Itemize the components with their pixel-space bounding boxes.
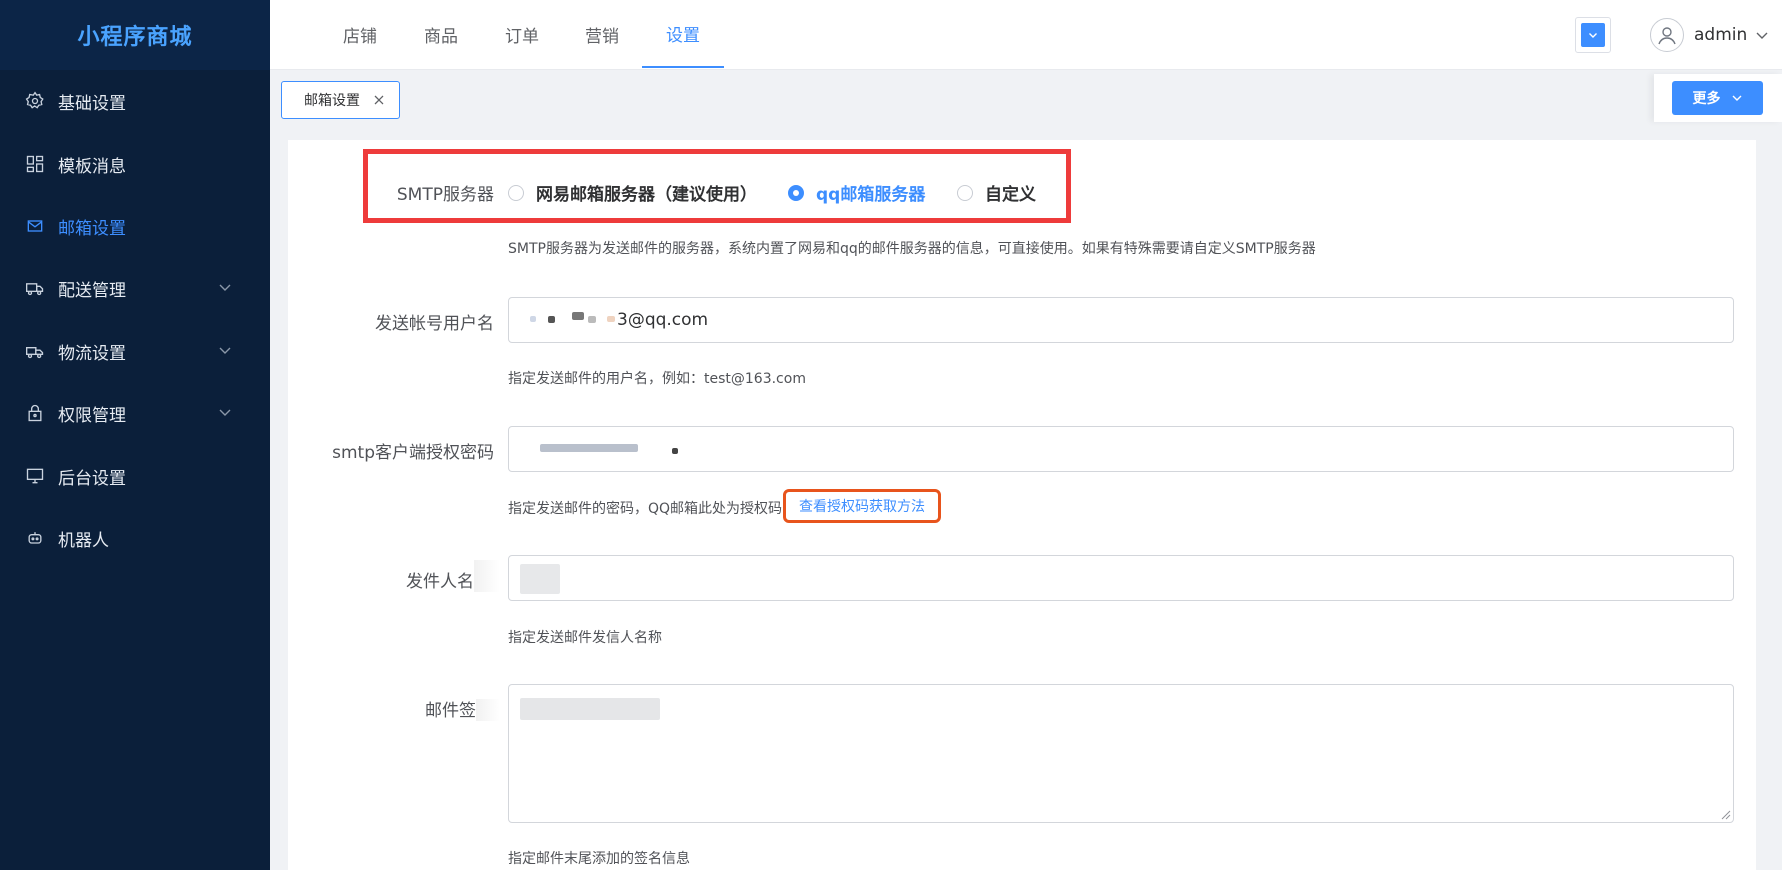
radio-netease-server[interactable]: 网易邮箱服务器（建议使用） (508, 180, 757, 205)
radio-dot (508, 184, 524, 201)
more-button-label: 更多 (1692, 91, 1721, 107)
redacted-signature (520, 698, 660, 720)
tab-products[interactable]: 商品 (413, 0, 469, 68)
resize-handle-icon[interactable] (1721, 810, 1731, 820)
chevron-down-icon (1732, 95, 1741, 101)
sidebar-item-permission-management[interactable]: 权限管理 (0, 388, 270, 438)
username-value: 3@qq.com (617, 310, 709, 330)
sidebar-item-label: 模板消息 (58, 156, 126, 177)
sidebar-item-label: 配送管理 (58, 280, 126, 301)
chevron-down-icon (219, 284, 231, 291)
top-header: 店铺 商品 订单 营销 设置 admin (270, 0, 1782, 70)
sidebar-item-label: 物流设置 (58, 343, 126, 364)
close-icon[interactable] (373, 94, 385, 106)
sidebar-item-label: 权限管理 (58, 405, 126, 426)
mail-icon (24, 215, 46, 237)
chevron-down-icon (1756, 32, 1768, 39)
radio-custom-server[interactable]: 自定义 (957, 180, 1036, 205)
redacted-pixel (548, 316, 555, 323)
lock-icon (24, 402, 46, 424)
smtp-server-label: SMTP服务器 (396, 185, 494, 205)
sidebar-item-robot[interactable]: 机器人 (0, 513, 270, 563)
redacted-pixel (607, 316, 615, 322)
username-input[interactable]: 3@qq.com (508, 297, 1734, 343)
sidebar-item-label: 机器人 (58, 530, 109, 551)
sidebar-item-template-messages[interactable]: 模板消息 (0, 139, 270, 189)
radio-dot (957, 184, 973, 201)
password-label: smtp客户端授权密码 (332, 443, 494, 463)
smtp-server-hint: SMTP服务器为发送邮件的服务器，系统内置了网易和qq的邮件服务器的信息，可直接… (508, 241, 1316, 257)
tab-strip: 邮箱设置 更多 (270, 70, 1782, 122)
password-hint: 指定发送邮件的密码，QQ邮箱此处为授权码 (508, 501, 783, 517)
tab-orders[interactable]: 订单 (494, 0, 550, 68)
sidebar-item-admin-settings[interactable]: 后台设置 (0, 451, 270, 501)
user-name: admin (1694, 25, 1748, 45)
open-tab-email-settings[interactable]: 邮箱设置 (281, 81, 400, 119)
username-label: 发送帐号用户名 (375, 314, 494, 334)
sidebar: 小程序商城 基础设置 模板消息 邮箱设置 配送管理 物流设置 权限管理 后台设置… (0, 0, 270, 870)
sender-name-label: 发件人名 (406, 572, 474, 592)
redacted-pixel (672, 448, 678, 454)
chevron-down-icon (219, 409, 231, 416)
sidebar-item-label: 邮箱设置 (58, 218, 126, 239)
sidebar-item-label: 后台设置 (58, 468, 126, 489)
redacted-pixel (530, 316, 536, 322)
gear-icon (24, 90, 46, 112)
open-tab-label: 邮箱设置 (304, 93, 360, 109)
header-dropdown-button[interactable] (1575, 17, 1611, 53)
user-menu[interactable]: admin (1650, 16, 1769, 54)
radio-label: 网易邮箱服务器（建议使用） (536, 185, 757, 205)
more-button[interactable]: 更多 (1672, 81, 1763, 115)
signature-textarea[interactable] (508, 684, 1734, 823)
redacted-fade (474, 560, 500, 592)
sender-name-input[interactable] (508, 555, 1734, 601)
chevron-down-icon (219, 347, 231, 354)
sender-name-hint: 指定发送邮件发信人名称 (508, 630, 662, 646)
password-input[interactable] (508, 426, 1734, 472)
app-logo[interactable]: 小程序商城 (0, 0, 270, 70)
tab-settings[interactable]: 设置 (642, 0, 724, 68)
tab-marketing[interactable]: 营销 (574, 0, 630, 68)
sidebar-item-label: 基础设置 (58, 93, 126, 114)
radio-label: qq邮箱服务器 (816, 185, 926, 205)
view-auth-code-method-link[interactable]: 查看授权码获取方法 (783, 489, 941, 523)
signature-label: 邮件签 (425, 701, 476, 721)
sidebar-item-logistics-settings[interactable]: 物流设置 (0, 326, 270, 376)
grid-icon (24, 153, 46, 175)
redacted-pixel (572, 312, 584, 320)
chevron-down-icon (1581, 23, 1605, 47)
redacted-sender (520, 564, 560, 594)
signature-hint: 指定邮件末尾添加的签名信息 (508, 851, 690, 867)
redacted-pixel (588, 316, 596, 323)
sidebar-item-basic-settings[interactable]: 基础设置 (0, 76, 270, 126)
truck-icon (24, 277, 46, 299)
robot-icon (24, 527, 46, 549)
sidebar-item-delivery-management[interactable]: 配送管理 (0, 263, 270, 313)
monitor-icon (24, 465, 46, 487)
radio-qq-server[interactable]: qq邮箱服务器 (788, 180, 925, 205)
sidebar-item-email-settings[interactable]: 邮箱设置 (0, 201, 270, 251)
radio-label: 自定义 (985, 185, 1036, 205)
avatar (1650, 18, 1684, 52)
radio-dot (788, 184, 804, 201)
tab-store[interactable]: 店铺 (332, 0, 388, 68)
redacted-password (540, 444, 638, 452)
username-hint: 指定发送邮件的用户名，例如：test@163.com (508, 371, 806, 387)
delivery-truck-icon (24, 340, 46, 362)
redacted-fade (476, 699, 500, 721)
